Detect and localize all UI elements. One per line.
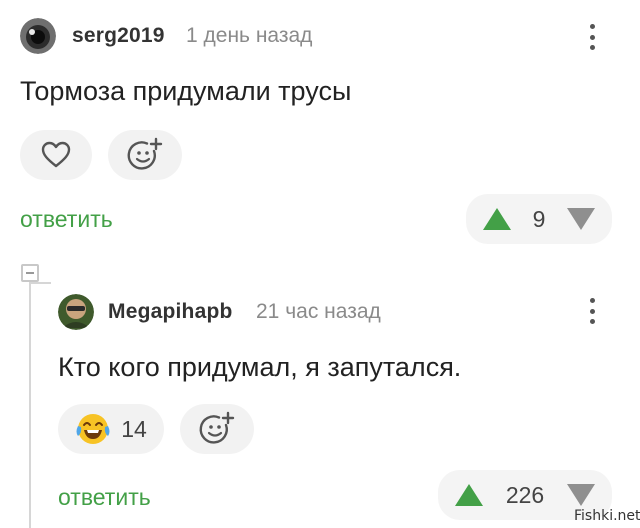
triangle-down-icon[interactable] — [566, 483, 596, 507]
username[interactable]: serg2019 — [72, 24, 165, 48]
score: 226 — [505, 481, 545, 508]
add-emoji-icon — [199, 411, 235, 444]
avatar-image — [20, 18, 56, 54]
triangle-down-icon[interactable] — [566, 207, 596, 231]
thread-line — [29, 282, 31, 528]
score: 9 — [532, 205, 546, 232]
avatar[interactable] — [20, 18, 56, 54]
collapse-thread-button[interactable] — [21, 264, 39, 282]
triangle-up-icon[interactable] — [482, 207, 512, 231]
thread-connector — [29, 282, 51, 284]
triangle-up-icon[interactable] — [454, 483, 484, 507]
reaction-count: 14 — [121, 415, 147, 442]
add-reaction-button[interactable] — [108, 130, 182, 180]
more-vertical-icon[interactable] — [588, 298, 596, 324]
watermark: Fishki.net — [574, 508, 640, 524]
username[interactable]: Megapihapb — [108, 300, 233, 324]
avatar[interactable] — [58, 294, 94, 330]
heart-icon — [41, 141, 71, 168]
timestamp: 1 день назад — [186, 24, 313, 47]
reaction-button[interactable]: 14 — [58, 404, 164, 454]
avatar-image — [58, 294, 94, 330]
more-vertical-icon[interactable] — [588, 24, 596, 50]
add-reaction-button[interactable] — [180, 404, 254, 454]
add-emoji-icon — [127, 137, 163, 170]
timestamp: 21 час назад — [256, 300, 381, 323]
reply-button[interactable]: ответить — [20, 206, 113, 233]
comment-text: Тормоза придумали трусы — [20, 76, 352, 106]
vote-box: 9 — [466, 194, 612, 244]
laughing-with-tears-emoji-icon — [76, 414, 110, 444]
like-button[interactable] — [20, 130, 92, 180]
comment-text: Кто кого придумал, я запутался. — [58, 352, 462, 382]
reply-button[interactable]: ответить — [58, 484, 151, 511]
